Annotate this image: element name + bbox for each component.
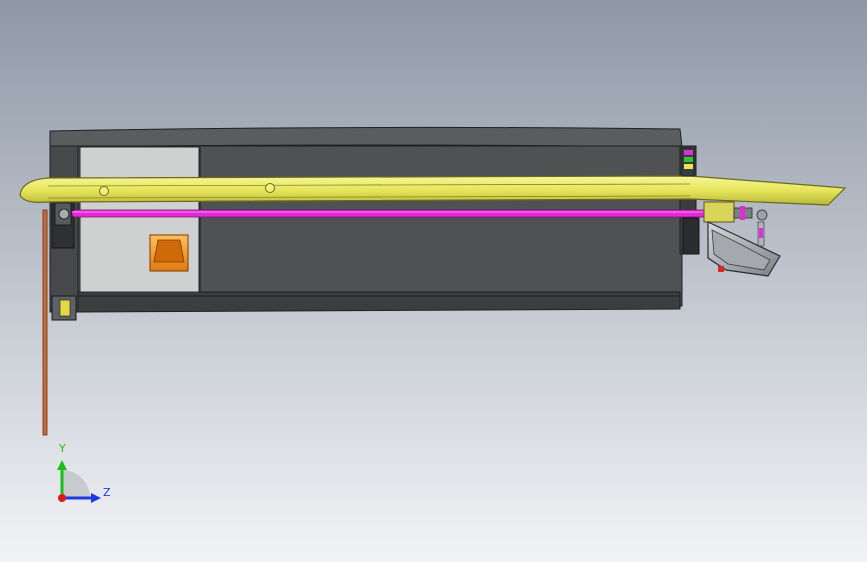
drive-rod[interactable] — [71, 209, 709, 218]
housing-top-cover[interactable] — [49, 126, 683, 148]
triad-z-label: Z — [103, 486, 111, 499]
rail-hole-2 — [265, 183, 275, 193]
orange-cup[interactable] — [149, 234, 189, 272]
model-canvas[interactable] — [0, 0, 867, 562]
guide-rail[interactable] — [19, 175, 847, 206]
triad-x-axis-dot — [58, 494, 66, 502]
rail-hole-1 — [99, 186, 109, 196]
housing-bottom-lip[interactable] — [77, 291, 681, 313]
cad-viewport[interactable]: Y Z — [0, 0, 867, 562]
housing-assembly[interactable] — [49, 126, 697, 313]
triad-y-label: Y — [59, 442, 66, 455]
support-post[interactable] — [42, 209, 48, 436]
